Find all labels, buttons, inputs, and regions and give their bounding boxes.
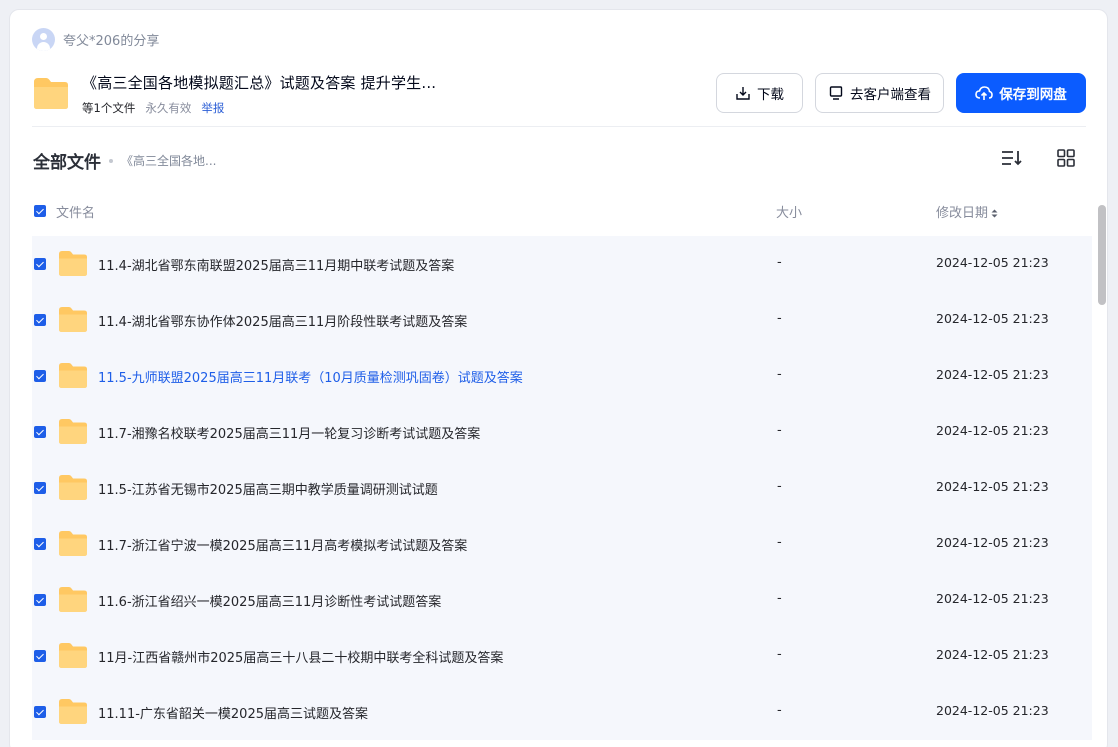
share-meta: 等1个文件 永久有效 举报 xyxy=(82,100,436,116)
folder-icon xyxy=(59,699,87,724)
user-avatar-icon[interactable] xyxy=(32,28,55,51)
monitor-icon xyxy=(829,86,843,100)
column-date-label: 修改日期 xyxy=(936,206,989,221)
row-checkbox[interactable] xyxy=(34,314,46,326)
grid-view-icon[interactable] xyxy=(1056,148,1076,168)
table-row[interactable]: 11.6-浙江省绍兴一模2025届高三11月诊断性考试试题答案 - 2024-1… xyxy=(32,572,1092,628)
folder-icon xyxy=(59,475,87,500)
table-row[interactable]: 11.11-广东省韶关一模2025届高三试题及答案 - 2024-12-05 2… xyxy=(32,684,1092,740)
folder-icon xyxy=(59,643,87,668)
folder-icon xyxy=(59,307,87,332)
file-date: 2024-12-05 21:23 xyxy=(936,367,1049,382)
row-checkbox[interactable] xyxy=(34,538,46,550)
breadcrumb-root[interactable]: 全部文件 xyxy=(33,148,101,173)
row-checkbox[interactable] xyxy=(34,370,46,382)
file-date: 2024-12-05 21:23 xyxy=(936,703,1049,718)
file-name[interactable]: 11.5-江苏省无锡市2025届高三期中教学质量调研测试试题 xyxy=(98,479,438,498)
folder-icon xyxy=(59,531,87,556)
file-name[interactable]: 11.5-九师联盟2025届高三11月联考（10月质量检测巩固卷）试题及答案 xyxy=(98,367,523,386)
table-row[interactable]: 11.4-湖北省鄂东协作体2025届高三11月阶段性联考试题及答案 - 2024… xyxy=(32,292,1092,348)
file-name[interactable]: 11.6-浙江省绍兴一模2025届高三11月诊断性考试试题答案 xyxy=(98,591,441,610)
table-row[interactable]: 11.4-湖北省鄂东南联盟2025届高三11月期中联考试题及答案 - 2024-… xyxy=(32,236,1092,292)
table-header: 文件名 大小 修改日期 xyxy=(32,200,1090,222)
client-view-label: 去客户端查看 xyxy=(850,87,931,103)
select-all-checkbox[interactable] xyxy=(34,205,46,217)
file-size: - xyxy=(777,367,782,382)
table-row[interactable]: 11.5-江苏省无锡市2025届高三期中教学质量调研测试试题 - 2024-12… xyxy=(32,460,1092,516)
share-title-block: 《高三全国各地模拟题汇总》试题及答案 提升学生... 等1个文件 永久有效 举报 xyxy=(82,72,436,116)
row-checkbox[interactable] xyxy=(34,258,46,270)
download-icon xyxy=(736,87,750,100)
validity: 永久有效 xyxy=(145,101,192,115)
row-checkbox[interactable] xyxy=(34,706,46,718)
file-date: 2024-12-05 21:23 xyxy=(936,423,1049,438)
column-size: 大小 xyxy=(776,206,803,221)
row-checkbox[interactable] xyxy=(34,482,46,494)
row-checkbox[interactable] xyxy=(34,426,46,438)
sort-caret-icon xyxy=(991,209,998,218)
table-row[interactable]: 11.5-九师联盟2025届高三11月联考（10月质量检测巩固卷）试题及答案 -… xyxy=(32,348,1092,404)
folder-icon xyxy=(59,419,87,444)
client-view-button[interactable]: 去客户端查看 xyxy=(815,73,944,113)
share-card: 夸父*206的分享 《高三全国各地模拟题汇总》试题及答案 提升学生... 等1个… xyxy=(9,9,1108,747)
file-count: 等1个文件 xyxy=(82,101,136,115)
file-name[interactable]: 11.7-湘豫名校联考2025届高三11月一轮复习诊断考试试题及答案 xyxy=(98,423,480,442)
download-button[interactable]: 下载 xyxy=(716,73,803,113)
file-size: - xyxy=(777,255,782,270)
breadcrumb-separator xyxy=(109,158,113,163)
file-name[interactable]: 11月-江西省赣州市2025届高三十八县二十校期中联考全科试题及答案 xyxy=(98,647,503,666)
file-name[interactable]: 11.4-湖北省鄂东南联盟2025届高三11月期中联考试题及答案 xyxy=(98,255,454,274)
breadcrumb-current[interactable]: 《高三全国各地... xyxy=(121,152,216,169)
sharer-name: 夸父*206的分享 xyxy=(63,34,160,49)
file-name[interactable]: 11.7-浙江省宁波一模2025届高三11月高考模拟考试试题及答案 xyxy=(98,535,467,554)
cloud-upload-icon xyxy=(975,86,994,100)
row-checkbox[interactable] xyxy=(34,594,46,606)
save-to-drive-button[interactable]: 保存到网盘 xyxy=(956,73,1086,113)
file-list: 11.4-湖北省鄂东南联盟2025届高三11月期中联考试题及答案 - 2024-… xyxy=(32,236,1092,740)
file-size: - xyxy=(777,311,782,326)
column-name: 文件名 xyxy=(56,206,96,221)
file-size: - xyxy=(777,647,782,662)
file-size: - xyxy=(777,591,782,606)
scrollbar-thumb[interactable] xyxy=(1098,205,1106,305)
download-label: 下载 xyxy=(757,87,784,103)
table-row[interactable]: 11.7-湘豫名校联考2025届高三11月一轮复习诊断考试试题及答案 - 202… xyxy=(32,404,1092,460)
file-date: 2024-12-05 21:23 xyxy=(936,535,1049,550)
table-row[interactable]: 11.7-浙江省宁波一模2025届高三11月高考模拟考试试题及答案 - 2024… xyxy=(32,516,1092,572)
scrollbar[interactable] xyxy=(1098,196,1106,747)
report-link[interactable]: 举报 xyxy=(201,100,224,116)
breadcrumb: 全部文件 《高三全国各地... xyxy=(33,148,216,173)
file-size: - xyxy=(777,479,782,494)
folder-icon xyxy=(34,78,68,109)
file-date: 2024-12-05 21:23 xyxy=(936,479,1049,494)
file-date: 2024-12-05 21:23 xyxy=(936,647,1049,662)
file-size: - xyxy=(777,703,782,718)
sort-list-icon[interactable] xyxy=(1000,148,1022,168)
row-checkbox[interactable] xyxy=(34,650,46,662)
share-header: 《高三全国各地模拟题汇总》试题及答案 提升学生... 等1个文件 永久有效 举报… xyxy=(32,70,1086,126)
folder-icon xyxy=(59,251,87,276)
folder-icon xyxy=(59,363,87,388)
file-date: 2024-12-05 21:23 xyxy=(936,255,1049,270)
table-row[interactable]: 11月-江西省赣州市2025届高三十八县二十校期中联考全科试题及答案 - 202… xyxy=(32,628,1092,684)
file-size: - xyxy=(777,423,782,438)
file-date: 2024-12-05 21:23 xyxy=(936,311,1049,326)
share-title: 《高三全国各地模拟题汇总》试题及答案 提升学生... xyxy=(82,74,437,92)
file-name[interactable]: 11.4-湖北省鄂东协作体2025届高三11月阶段性联考试题及答案 xyxy=(98,311,467,330)
file-name[interactable]: 11.11-广东省韶关一模2025届高三试题及答案 xyxy=(98,703,368,722)
file-date: 2024-12-05 21:23 xyxy=(936,591,1049,606)
divider xyxy=(32,126,1086,127)
folder-icon xyxy=(59,587,87,612)
save-label: 保存到网盘 xyxy=(999,87,1067,103)
column-date[interactable]: 修改日期 xyxy=(936,202,998,221)
sharer-info: 夸父*206的分享 xyxy=(32,28,159,51)
file-size: - xyxy=(777,535,782,550)
